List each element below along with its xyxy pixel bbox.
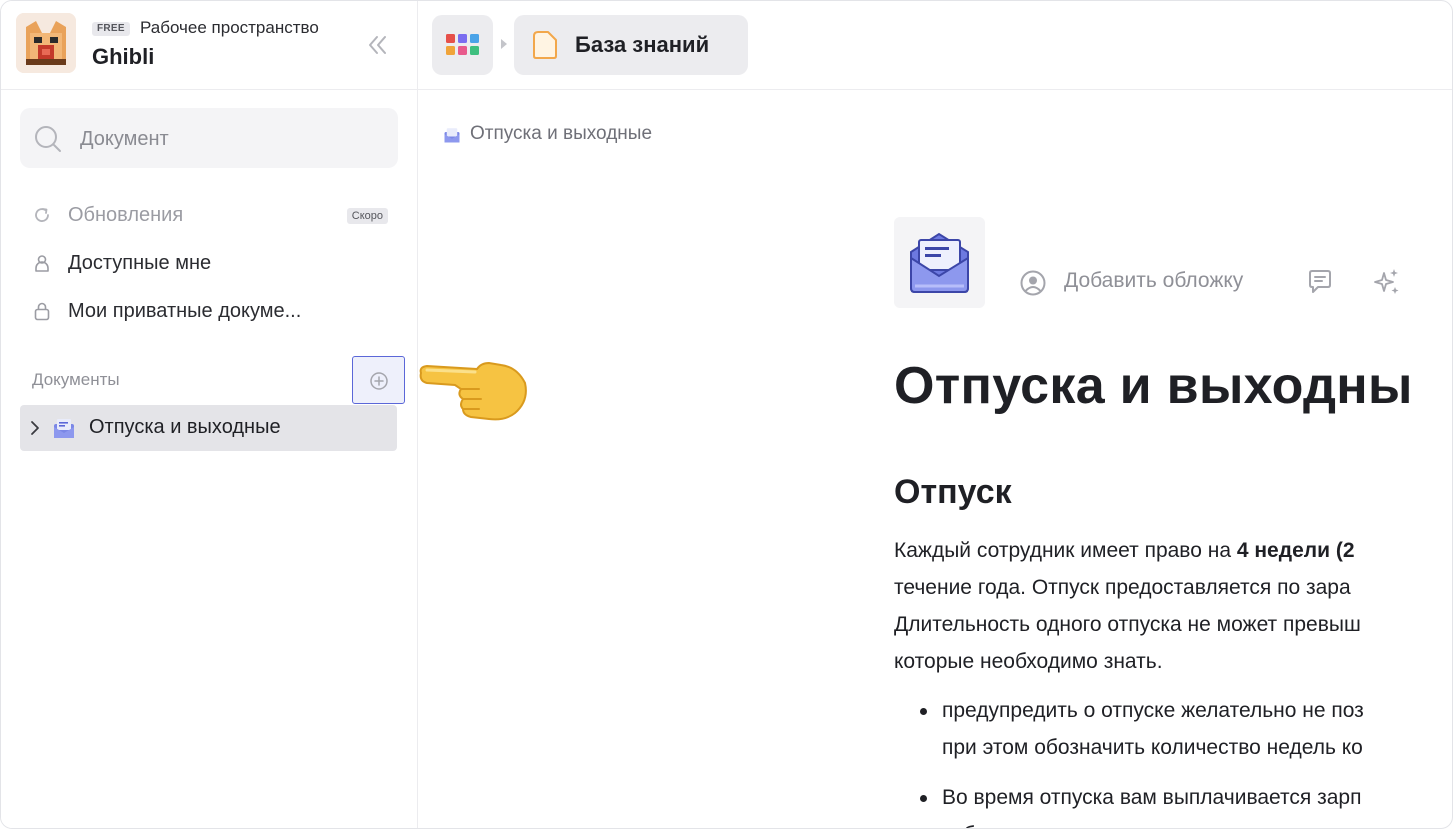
bullet-list[interactable]: предупредить о отпуске желательно не поз… — [894, 692, 1364, 828]
breadcrumb-label: Отпуска и выходные — [470, 123, 653, 144]
document-title[interactable]: Отпуска и выходны — [894, 356, 1413, 416]
documents-section-title: Документы — [32, 370, 120, 389]
search-icon — [35, 126, 61, 152]
bullet-icon — [920, 795, 927, 802]
section-heading[interactable]: Отпуск — [894, 473, 1012, 512]
paragraph-line: Каждый сотрудник имеет право на 4 недели… — [894, 539, 1355, 562]
app-window: FREE Рабочее пространство Ghibli Об — [0, 0, 1453, 829]
double-chevron-left-icon — [369, 36, 386, 54]
add-document-button[interactable] — [352, 356, 405, 404]
plan-badge: FREE — [92, 22, 130, 36]
sparkles-icon[interactable] — [1373, 267, 1401, 297]
sidebar-item-label: Доступные мне — [68, 252, 212, 274]
apps-grid-icon — [446, 34, 479, 55]
bullet-icon — [920, 708, 927, 715]
tab-label: База знаний — [575, 32, 710, 57]
document-content[interactable]: Отпуска и выходны Отпуск Каждый сотрудни… — [894, 356, 1452, 828]
paragraph-line: Длительность одного отпуска не может пре… — [894, 613, 1361, 636]
user-icon — [35, 255, 49, 272]
refresh-icon — [35, 208, 49, 222]
pointing-hand-icon — [419, 361, 527, 421]
apps-grid-button[interactable] — [432, 15, 493, 75]
paragraph[interactable]: Каждый сотрудник имеет право на 4 недели… — [894, 532, 1361, 680]
workspace-label: Рабочее пространство — [140, 18, 319, 37]
sidebar: FREE Рабочее пространство Ghibli Об — [1, 1, 418, 828]
document-icon — [533, 31, 557, 59]
workspace-header[interactable]: FREE Рабочее пространство Ghibli — [1, 1, 417, 90]
soon-badge: Скоро — [346, 208, 388, 224]
document-emoji-button[interactable] — [894, 217, 985, 308]
plus-circle-icon — [370, 372, 388, 390]
lock-icon — [34, 302, 50, 321]
sidebar-item-label: Мои приватные докуме... — [68, 300, 302, 322]
workspace-logo[interactable] — [16, 13, 76, 73]
cat-mascot-icon — [16, 13, 76, 73]
sidebar-item-updates[interactable]: Обновления Скоро — [20, 195, 398, 235]
comment-icon[interactable] — [1306, 268, 1334, 296]
sidebar-item-label: Обновления — [68, 204, 184, 226]
sidebar-item-shared[interactable]: Доступные мне — [20, 243, 398, 283]
envelope-icon — [910, 232, 969, 293]
paragraph-line: течение года. Отпуск предоставляется по … — [894, 576, 1351, 599]
workspace-name: Ghibli — [92, 44, 155, 69]
envelope-icon — [444, 128, 460, 143]
document-title: Отпуска и выходные — [89, 416, 281, 438]
list-item[interactable]: предупредить о отпуске желательно не поз… — [894, 692, 1364, 766]
paragraph-line: которые необходимо знать. — [894, 650, 1163, 673]
search-input[interactable] — [78, 122, 382, 156]
topbar: База знаний — [418, 1, 1452, 90]
chevron-right-icon[interactable] — [28, 419, 42, 437]
add-cover-label: Добавить обложку — [1064, 269, 1244, 292]
envelope-icon — [54, 419, 74, 438]
collapse-sidebar-button[interactable] — [365, 33, 389, 57]
list-item[interactable]: Во время отпуска вам выплачивается зарп … — [894, 779, 1364, 828]
caret-right-icon — [501, 39, 507, 49]
sidebar-document-item[interactable]: Отпуска и выходные — [20, 405, 397, 451]
knowledge-base-tab[interactable]: База знаний — [514, 15, 748, 75]
image-circle-icon — [1020, 270, 1046, 296]
sidebar-item-private[interactable]: Мои приватные докуме... — [20, 291, 398, 331]
document-search[interactable] — [20, 108, 398, 168]
